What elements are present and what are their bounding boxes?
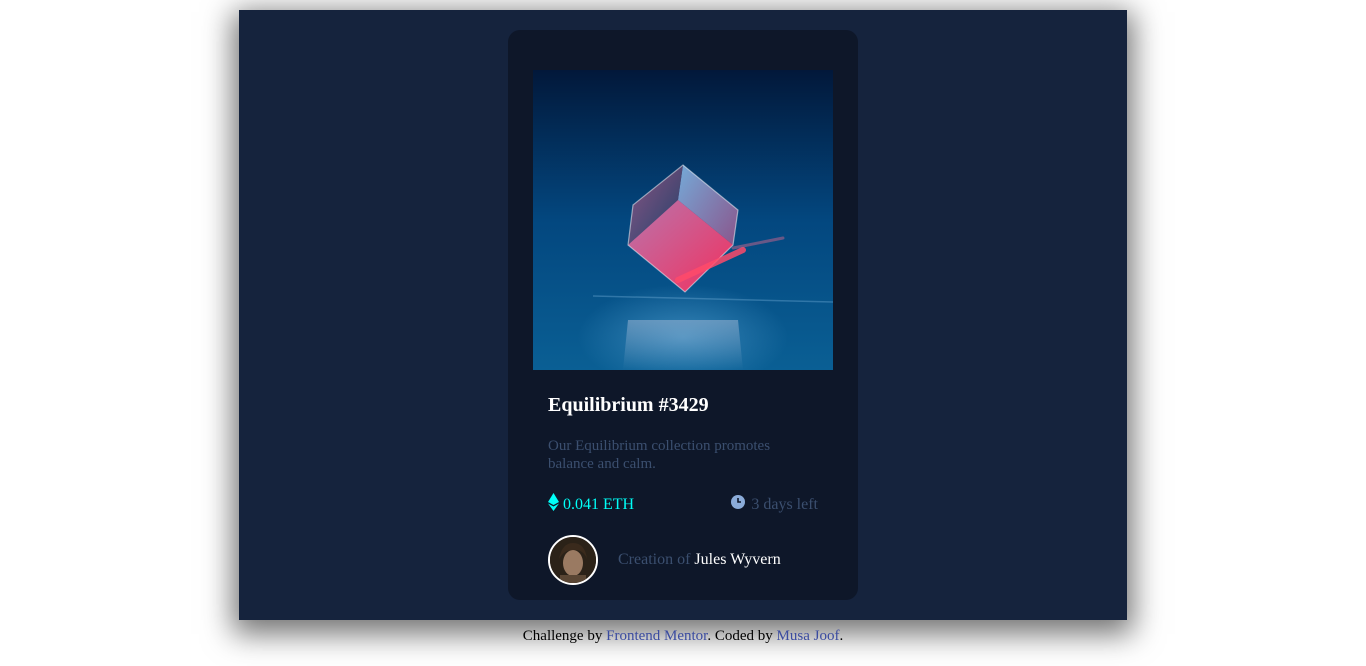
footer-suffix: .: [839, 628, 844, 644]
creator-info: Creation of Jules Wyvern: [548, 535, 781, 585]
nft-image[interactable]: [533, 70, 833, 370]
price-info: 0.041 ETH: [548, 493, 634, 516]
time-info: 3 days left: [731, 495, 818, 514]
nft-description: Our Equilibrium collection promotes bala…: [548, 438, 771, 472]
ethereum-icon: [548, 493, 559, 516]
creator-prefix: Creation of: [618, 551, 691, 568]
clock-icon: [731, 495, 746, 514]
footer-middle: . Coded by: [707, 628, 773, 644]
creator-name-link[interactable]: Jules Wyvern: [694, 551, 780, 568]
attribution-footer: Challenge by Frontend Mentor. Coded by M…: [0, 628, 1366, 645]
price-value: 0.041 ETH: [563, 495, 635, 513]
nft-card: Equilibrium #3429 Our Equilibrium collec…: [508, 30, 858, 600]
nft-title[interactable]: Equilibrium #3429: [548, 394, 709, 417]
avatar: [548, 535, 598, 585]
footer-prefix: Challenge by: [522, 628, 603, 644]
creator-text: Creation of Jules Wyvern: [618, 551, 781, 569]
time-left-text: 3 days left: [751, 495, 818, 513]
equilibrium-image: [533, 70, 833, 370]
frontend-mentor-link[interactable]: Frontend Mentor: [606, 628, 707, 644]
main-container: Equilibrium #3429 Our Equilibrium collec…: [239, 10, 1127, 620]
author-link[interactable]: Musa Joof: [777, 628, 840, 644]
